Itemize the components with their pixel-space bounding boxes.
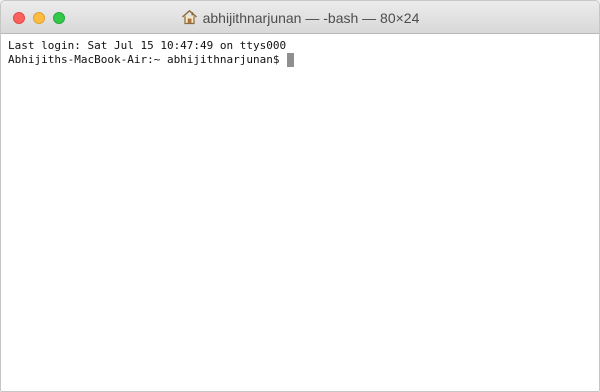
home-icon	[181, 10, 197, 25]
title-bar[interactable]: abhijithnarjunan — -bash — 80×24	[1, 1, 599, 34]
shell-prompt: Abhijiths-MacBook-Air:~ abhijithnarjunan…	[8, 53, 280, 66]
terminal-window: abhijithnarjunan — -bash — 80×24 Last lo…	[0, 0, 600, 392]
prompt-line: Abhijiths-MacBook-Air:~ abhijithnarjunan…	[8, 53, 599, 67]
text-cursor	[286, 53, 294, 67]
window-title-group: abhijithnarjunan — -bash — 80×24	[1, 1, 599, 34]
terminal-output-area[interactable]: Last login: Sat Jul 15 10:47:49 on ttys0…	[1, 34, 599, 391]
window-title: abhijithnarjunan — -bash — 80×24	[202, 9, 420, 26]
last-login-line: Last login: Sat Jul 15 10:47:49 on ttys0…	[8, 39, 287, 52]
